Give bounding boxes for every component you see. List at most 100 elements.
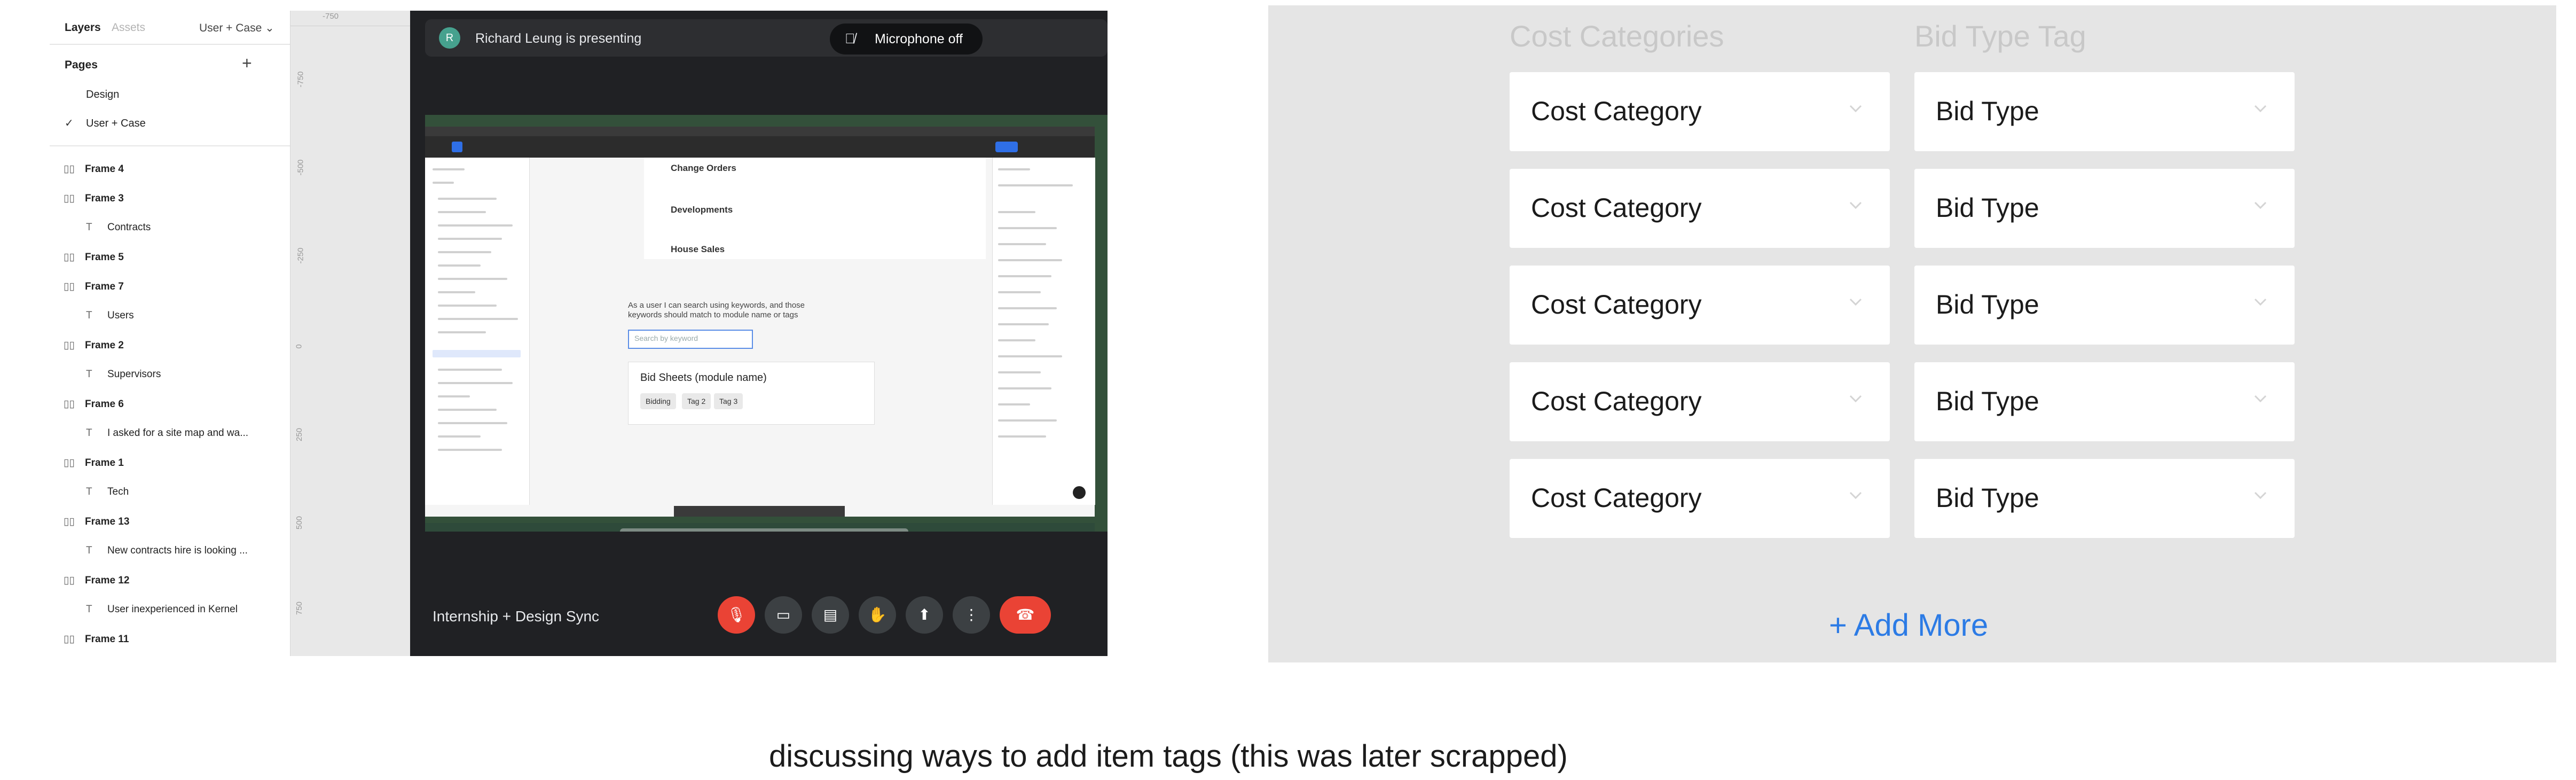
move-tool-icon — [452, 142, 462, 152]
select-value: Bid Type — [1936, 290, 2039, 319]
cost-category-select[interactable]: Cost Category — [1510, 72, 1890, 151]
present-icon: ⬆ — [918, 606, 931, 623]
mic-off-icon: 🎙 — [727, 606, 746, 623]
cost-categories-header: Cost Categories — [1510, 19, 1724, 53]
tab-layers[interactable]: Layers — [65, 21, 101, 34]
mac-menubar — [425, 127, 1095, 136]
captions-button[interactable]: ▤ — [812, 596, 849, 634]
placeholder-line — [438, 305, 497, 307]
camera-toggle-button[interactable]: ▭ — [765, 596, 802, 634]
layer-text[interactable]: T I asked for a site map and wa... — [86, 427, 248, 439]
cost-category-select[interactable]: Cost Category — [1510, 362, 1890, 441]
placeholder-line — [998, 227, 1057, 229]
placeholder-line — [998, 403, 1030, 405]
ruler-label: -500 — [296, 159, 305, 176]
layer-text[interactable]: T Users — [86, 310, 134, 322]
layer-frame[interactable]: ▯▯ Frame 13 — [64, 516, 129, 528]
chevron-down-icon — [1849, 298, 1862, 306]
chevron-down-icon — [2254, 492, 2267, 500]
layer-text[interactable]: T Supervisors — [86, 369, 161, 380]
frame-icon: ▯▯ — [64, 163, 75, 175]
layer-label: I asked for a site map and wa... — [107, 427, 249, 439]
layer-label: Frame 6 — [85, 399, 124, 410]
ruler-label: 0 — [294, 344, 304, 349]
divider — [50, 145, 290, 146]
placeholder-line — [438, 435, 481, 438]
bid-type-select[interactable]: Bid Type — [1914, 362, 2295, 441]
layer-frame[interactable]: ▯▯ Frame 12 — [64, 574, 129, 587]
bid-type-select[interactable]: Bid Type — [1914, 169, 2295, 248]
layer-frame[interactable]: ▯▯ Frame 6 — [64, 398, 124, 410]
layer-label: Frame 13 — [85, 516, 130, 527]
share-button[interactable] — [995, 142, 1018, 152]
layer-frame[interactable]: ▯▯ Frame 7 — [64, 280, 124, 293]
page-selector[interactable]: User + Case ⌄ — [199, 21, 274, 35]
cost-category-select[interactable]: Cost Category — [1510, 169, 1890, 248]
layer-label: Frame 11 — [85, 634, 129, 645]
layer-text[interactable]: T New contracts hire is looking ... — [86, 545, 248, 557]
placeholder-line — [438, 331, 486, 333]
placeholder-line — [998, 323, 1049, 325]
screen-share-banner — [674, 506, 845, 517]
layer-text[interactable]: T Contracts — [86, 222, 151, 233]
nav-item: Change Orders — [671, 163, 736, 173]
layer-frame[interactable]: ▯▯ Frame 4 — [64, 163, 124, 175]
layer-label: Frame 4 — [85, 163, 124, 175]
user-story-text: As a user I can search using keywords, a… — [628, 301, 805, 319]
placeholder-line — [998, 419, 1057, 422]
raise-hand-button[interactable]: ✋ — [859, 596, 896, 634]
present-button[interactable]: ⬆ — [906, 596, 943, 634]
placeholder-line — [438, 422, 507, 424]
page-item-user-case[interactable]: User + Case — [86, 118, 146, 130]
layer-label: Frame 2 — [85, 340, 124, 351]
frame-icon: ▯▯ — [64, 252, 75, 263]
layer-text[interactable]: T Tech — [86, 486, 129, 498]
layer-frame[interactable]: ▯▯ Frame 3 — [64, 192, 124, 205]
placeholder-line — [998, 435, 1046, 438]
cost-category-select[interactable]: Cost Category — [1510, 266, 1890, 345]
page-item-design[interactable]: Design — [86, 89, 119, 101]
add-page-icon[interactable]: + — [242, 54, 252, 72]
search-placeholder: Search by keyword — [634, 334, 698, 342]
layer-label: Frame 1 — [85, 457, 124, 469]
more-options-button[interactable]: ⋮ — [953, 596, 990, 634]
bid-type-select[interactable]: Bid Type — [1914, 266, 2295, 345]
end-call-button[interactable]: ☎ — [1000, 596, 1051, 634]
placeholder-line — [438, 449, 502, 451]
mic-toggle-button[interactable]: 🎙 — [718, 596, 755, 634]
text-icon: T — [86, 604, 92, 615]
cost-category-mockup: Cost Categories Bid Type Tag Cost Catego… — [1268, 5, 2556, 662]
layer-label: User inexperienced in Kernel — [107, 604, 238, 615]
captions-icon: ▤ — [823, 606, 838, 623]
card-title: Bid Sheets (module name) — [640, 372, 767, 384]
frame-icon: ▯▯ — [64, 281, 75, 292]
placeholder-line — [998, 259, 1062, 261]
add-more-button[interactable]: + Add More — [1829, 607, 1988, 643]
placeholder-line — [438, 211, 486, 213]
layer-label: Supervisors — [107, 369, 161, 380]
layer-frame[interactable]: ▯▯ Frame 5 — [64, 251, 124, 263]
layer-frame[interactable]: ▯▯ Frame 2 — [64, 339, 124, 352]
layer-text[interactable]: T User inexperienced in Kernel — [86, 604, 238, 615]
bid-type-select[interactable]: Bid Type — [1914, 72, 2295, 151]
ruler-label: 250 — [295, 427, 304, 442]
placeholder-line — [438, 238, 502, 240]
layer-frame[interactable]: ▯▯ Frame 11 — [64, 633, 129, 645]
shared-layers-panel — [425, 158, 530, 505]
camera-icon: ▭ — [776, 606, 791, 623]
frame-icon: ▯▯ — [64, 575, 75, 586]
layer-label: Frame 12 — [85, 575, 130, 586]
ruler-top — [290, 11, 411, 26]
placeholder-line — [438, 251, 491, 253]
layer-frame[interactable]: ▯▯ Frame 1 — [64, 457, 124, 469]
frame-icon: ▯▯ — [64, 457, 75, 469]
bid-type-select[interactable]: Bid Type — [1914, 459, 2295, 538]
tab-assets[interactable]: Assets — [112, 21, 145, 34]
placeholder-line — [998, 371, 1041, 373]
select-value: Cost Category — [1531, 386, 1702, 416]
layer-label: Frame 3 — [85, 193, 124, 204]
select-value: Cost Category — [1531, 290, 1702, 319]
layer-label: Tech — [107, 486, 129, 497]
ruler-label: 500 — [295, 516, 304, 530]
cost-category-select[interactable]: Cost Category — [1510, 459, 1890, 538]
